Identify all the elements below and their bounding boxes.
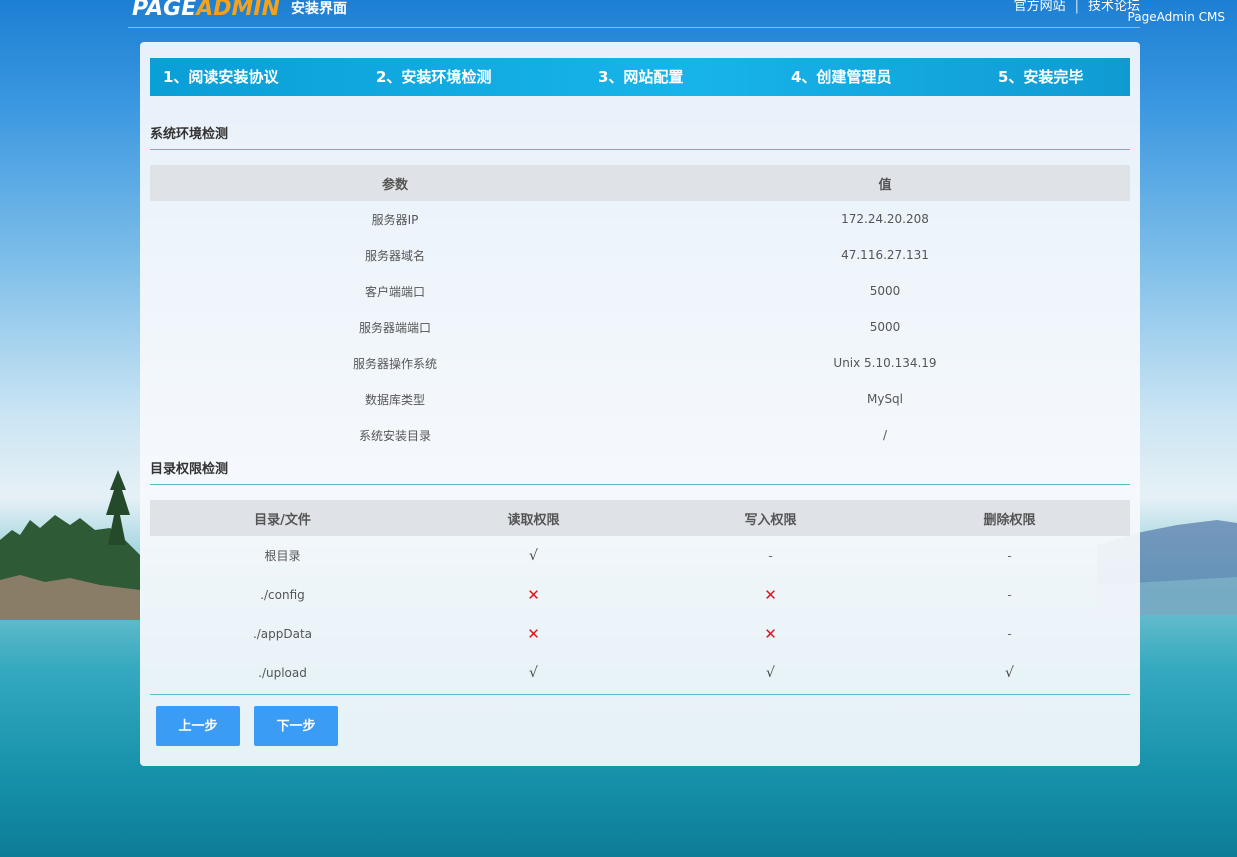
step-1: 1、阅读安装协议 bbox=[163, 68, 279, 86]
perm-read-cell: √ bbox=[415, 653, 652, 692]
step-2: 2、安装环境检测 bbox=[376, 68, 492, 86]
env-param-cell: 服务器操作系统 bbox=[352, 356, 437, 371]
top-links: 官方网站 | 技术论坛 bbox=[1014, 0, 1140, 14]
env-table-row: 服务器端端口 5000 bbox=[150, 309, 1130, 345]
check-icon: √ bbox=[766, 664, 775, 681]
step-5: 5、安装完毕 bbox=[998, 68, 1084, 86]
dash-text: - bbox=[1007, 587, 1012, 602]
perm-section-title: 目录权限检测 bbox=[150, 462, 229, 477]
dash-text: - bbox=[768, 548, 773, 563]
link-official-site[interactable]: 官方网站 bbox=[1014, 0, 1066, 14]
env-value-cell: 5000 bbox=[869, 320, 901, 334]
perm-write-cell: √ bbox=[652, 653, 889, 692]
env-table-row: 服务器操作系统 Unix 5.10.134.19 bbox=[150, 345, 1130, 381]
env-table-row: 服务器域名 47.116.27.131 bbox=[150, 237, 1130, 273]
perm-read-cell: √ bbox=[415, 536, 652, 575]
background-island bbox=[0, 470, 140, 620]
cross-icon: ✕ bbox=[764, 624, 777, 643]
check-icon: √ bbox=[529, 664, 538, 681]
perm-col-write: 写入权限 bbox=[652, 500, 889, 536]
cross-icon: ✕ bbox=[527, 624, 540, 643]
next-step-button[interactable]: 下一步 bbox=[254, 706, 338, 746]
step-3: 3、网站配置 bbox=[598, 68, 684, 86]
env-section-divider bbox=[150, 149, 1130, 150]
link-separator: | bbox=[1074, 0, 1079, 14]
perm-col-path: 目录/文件 bbox=[150, 500, 415, 536]
dash-text: - bbox=[1007, 548, 1012, 563]
perm-table-row: ./appData ✕ ✕ - bbox=[150, 614, 1130, 653]
perm-col-delete: 删除权限 bbox=[889, 500, 1130, 536]
env-value-cell: MySql bbox=[866, 392, 904, 406]
env-table: 参数 值 服务器IP 172.24.20.208 服务器域名 47.116.27.13… bbox=[150, 165, 1130, 453]
env-col-value: 值 bbox=[640, 165, 1130, 201]
env-value-cell: 47.116.27.131 bbox=[841, 248, 929, 262]
perm-path-cell: 根目录 bbox=[264, 549, 301, 563]
perm-delete-cell: - bbox=[889, 536, 1130, 575]
env-value-cell: / bbox=[882, 428, 888, 442]
env-table-header: 参数 值 bbox=[150, 165, 1130, 201]
env-table-row: 服务器IP 172.24.20.208 bbox=[150, 201, 1130, 237]
env-value-cell: 5000 bbox=[869, 284, 901, 298]
env-section-title: 系统环境检测 bbox=[150, 127, 229, 142]
env-value-cell: 172.24.20.208 bbox=[841, 212, 929, 226]
pageadmin-logo: PAGEADMIN bbox=[132, 0, 280, 21]
prev-step-button[interactable]: 上一步 bbox=[156, 706, 240, 746]
cross-icon: ✕ bbox=[527, 585, 540, 604]
perm-col-read: 读取权限 bbox=[415, 500, 652, 536]
env-param-cell: 服务器端端口 bbox=[358, 320, 431, 335]
install-steps-bar: 1、阅读安装协议 2、安装环境检测 3、网站配置 4、创建管理员 5、安装完毕 bbox=[150, 58, 1130, 96]
top-header: PAGEADMIN 安装界面 官方网站 | 技术论坛 bbox=[128, 0, 1140, 28]
install-card: 1、阅读安装协议 2、安装环境检测 3、网站配置 4、创建管理员 5、安装完毕 … bbox=[140, 42, 1140, 766]
env-table-row: 系统安装目录 / bbox=[150, 417, 1130, 453]
env-value-cell: Unix 5.10.134.19 bbox=[833, 356, 937, 370]
footer-divider bbox=[150, 694, 1130, 695]
step-4: 4、创建管理员 bbox=[791, 68, 892, 86]
perm-table-row: 根目录 √ - - bbox=[150, 536, 1130, 575]
perm-table-row: ./config ✕ ✕ - bbox=[150, 575, 1130, 614]
perm-path-cell: ./appData bbox=[252, 626, 313, 641]
env-param-cell: 系统安装目录 bbox=[358, 428, 431, 443]
perm-read-cell: ✕ bbox=[415, 575, 652, 614]
page-subtitle: 安装界面 bbox=[291, 1, 347, 17]
perm-table-header: 目录/文件 读取权限 写入权限 删除权限 bbox=[150, 500, 1130, 536]
perm-delete-cell: - bbox=[889, 575, 1130, 614]
perm-path-cell: ./config bbox=[260, 587, 305, 602]
perm-write-cell: - bbox=[652, 536, 889, 575]
cross-icon: ✕ bbox=[764, 585, 777, 604]
dash-text: - bbox=[1007, 626, 1012, 641]
perm-delete-cell: - bbox=[889, 614, 1130, 653]
perm-path-cell: ./upload bbox=[258, 665, 307, 680]
env-param-cell: 客户端端口 bbox=[364, 284, 425, 299]
perm-read-cell: ✕ bbox=[415, 614, 652, 653]
check-icon: √ bbox=[1005, 664, 1014, 681]
env-col-param: 参数 bbox=[150, 165, 640, 201]
env-param-cell: 服务器IP bbox=[371, 212, 419, 227]
env-param-cell: 数据库类型 bbox=[364, 392, 425, 407]
env-table-row: 客户端端口 5000 bbox=[150, 273, 1130, 309]
cms-label: PageAdmin CMS bbox=[1127, 10, 1225, 24]
perm-section-divider bbox=[150, 484, 1130, 485]
perm-table: 目录/文件 读取权限 写入权限 删除权限 根目录 √ - - ./config ✕ ✕ - ./… bbox=[150, 500, 1130, 692]
perm-table-row: ./upload √ √ √ bbox=[150, 653, 1130, 692]
check-icon: √ bbox=[529, 547, 538, 564]
perm-delete-cell: √ bbox=[889, 653, 1130, 692]
env-table-row: 数据库类型 MySql bbox=[150, 381, 1130, 417]
env-param-cell: 服务器域名 bbox=[364, 248, 425, 263]
perm-write-cell: ✕ bbox=[652, 614, 889, 653]
perm-write-cell: ✕ bbox=[652, 575, 889, 614]
